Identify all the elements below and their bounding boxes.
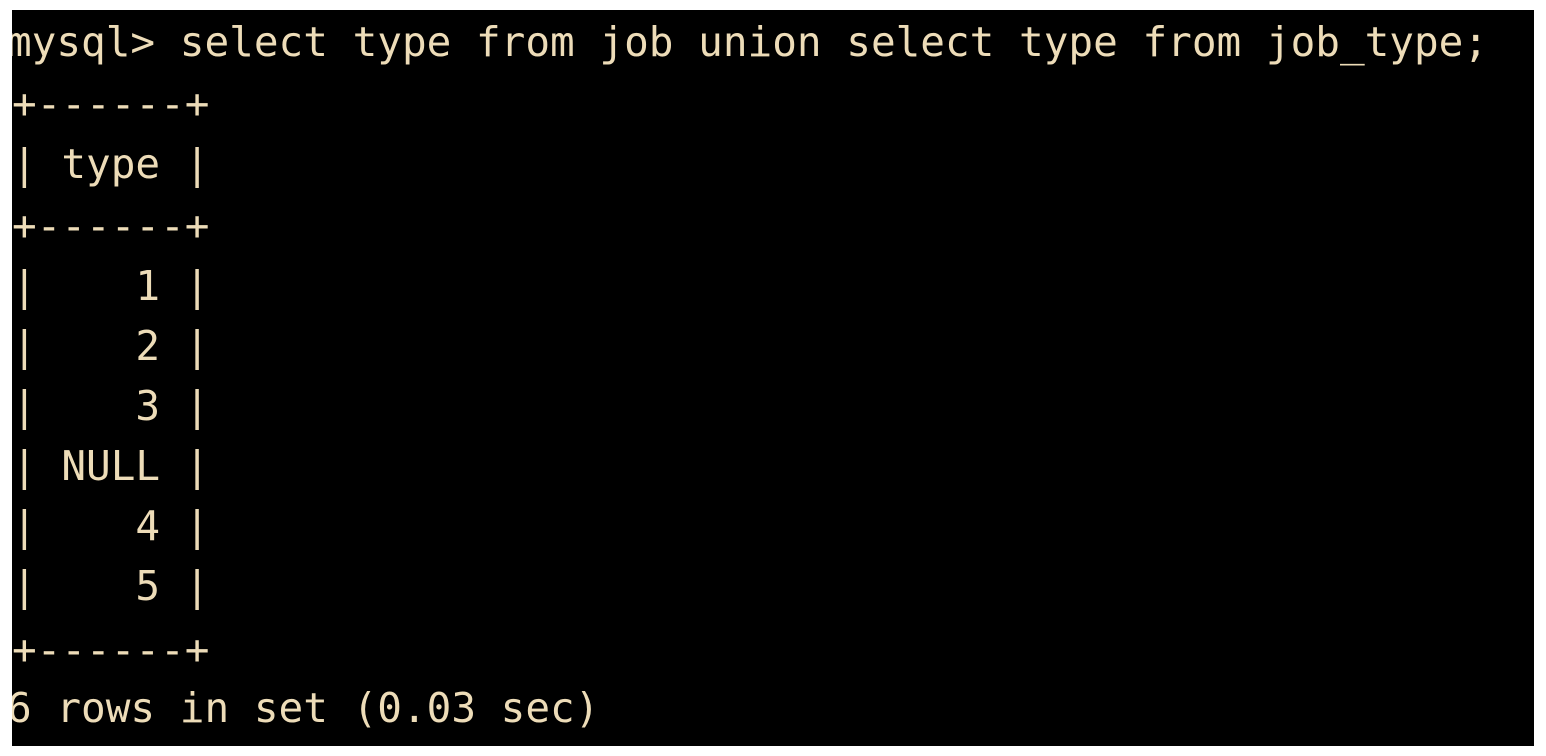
table-row: | 4 | [12,502,210,550]
table-border-header: +------+ [12,202,210,250]
status-line: 6 rows in set (0.03 sec) [12,684,600,732]
table-row: | NULL | [12,442,210,490]
table-row: | 3 | [12,382,210,430]
table-border-bottom: +------+ [12,626,210,674]
terminal-window[interactable]: mysql> select type from job union select… [12,10,1534,746]
table-row: | 5 | [12,562,210,610]
table-border-top: +------+ [12,80,210,128]
table-row: | 1 | [12,262,210,310]
table-header: | type | [12,140,210,188]
command-line: mysql> select type from job union select… [12,18,1489,66]
table-row: | 2 | [12,322,210,370]
